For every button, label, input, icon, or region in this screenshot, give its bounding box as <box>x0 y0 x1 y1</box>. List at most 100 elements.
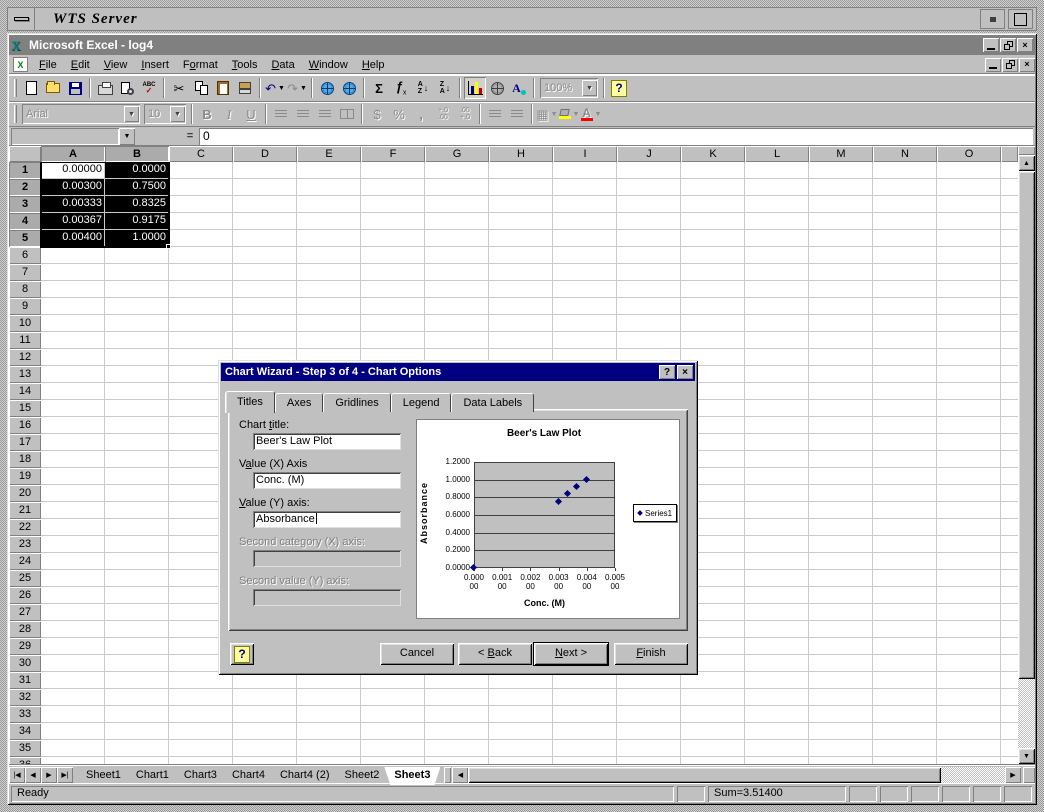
menu-help[interactable]: Help <box>355 56 392 74</box>
cell-B9[interactable] <box>105 298 169 315</box>
vertical-scrollbar[interactable]: ▲ ▼ <box>1018 146 1035 764</box>
cell-H36[interactable] <box>489 757 553 764</box>
cell-D6[interactable] <box>233 247 297 264</box>
cell-O5[interactable] <box>937 230 1001 247</box>
cell-N13[interactable] <box>873 366 937 383</box>
column-header-J[interactable]: J <box>617 146 681 162</box>
cell-N6[interactable] <box>873 247 937 264</box>
cell-O19[interactable] <box>937 468 1001 485</box>
cell-N14[interactable] <box>873 383 937 400</box>
row-header-20[interactable]: 20 <box>9 485 41 502</box>
cell-L6[interactable] <box>745 247 809 264</box>
cell-J5[interactable] <box>617 230 681 247</box>
cell-O15[interactable] <box>937 400 1001 417</box>
cell-D3[interactable] <box>233 196 297 213</box>
cell-M25[interactable] <box>809 570 873 587</box>
cell-H9[interactable] <box>489 298 553 315</box>
cell-O24[interactable] <box>937 553 1001 570</box>
cell-B32[interactable] <box>105 689 169 706</box>
cell-B18[interactable] <box>105 451 169 468</box>
print-button[interactable] <box>94 77 116 99</box>
cell-L11[interactable] <box>745 332 809 349</box>
cell-I5[interactable] <box>553 230 617 247</box>
cell-L27[interactable] <box>745 604 809 621</box>
cell-F6[interactable] <box>361 247 425 264</box>
cell-L1[interactable] <box>745 162 809 179</box>
cell-J10[interactable] <box>617 315 681 332</box>
workbook-icon[interactable]: X <box>13 57 28 72</box>
cell-F11[interactable] <box>361 332 425 349</box>
cell-B3[interactable]: 0.8325 <box>105 196 169 213</box>
row-header-10[interactable]: 10 <box>9 315 41 332</box>
row-header-12[interactable]: 12 <box>9 349 41 366</box>
cell-M7[interactable] <box>809 264 873 281</box>
cell-I32[interactable] <box>553 689 617 706</box>
cell-L32[interactable] <box>745 689 809 706</box>
cell-A29[interactable] <box>41 638 105 655</box>
input-value-y-axis[interactable]: Absorbance <box>253 511 401 528</box>
row-header-21[interactable]: 21 <box>9 502 41 519</box>
cell-E9[interactable] <box>297 298 361 315</box>
cell-J6[interactable] <box>617 247 681 264</box>
cell-N16[interactable] <box>873 417 937 434</box>
cell-B6[interactable] <box>105 247 169 264</box>
cell-N31[interactable] <box>873 672 937 689</box>
cell-B17[interactable] <box>105 434 169 451</box>
cell-F1[interactable] <box>361 162 425 179</box>
cell-L3[interactable] <box>745 196 809 213</box>
cell-E33[interactable] <box>297 706 361 723</box>
cell-D34[interactable] <box>233 723 297 740</box>
cell-A4[interactable]: 0.00367 <box>41 213 105 230</box>
cell-K8[interactable] <box>681 281 745 298</box>
cell-K3[interactable] <box>681 196 745 213</box>
cell-G3[interactable] <box>425 196 489 213</box>
wts-maximize-button[interactable] <box>1008 9 1033 29</box>
cell-M4[interactable] <box>809 213 873 230</box>
cell-D36[interactable] <box>233 757 297 764</box>
cell-L12[interactable] <box>745 349 809 366</box>
column-header-D[interactable]: D <box>233 146 297 162</box>
cell-D1[interactable] <box>233 162 297 179</box>
row-header-15[interactable]: 15 <box>9 400 41 417</box>
cell-J3[interactable] <box>617 196 681 213</box>
cell-N25[interactable] <box>873 570 937 587</box>
cell-A14[interactable] <box>41 383 105 400</box>
cell-M36[interactable] <box>809 757 873 764</box>
cell-N12[interactable] <box>873 349 937 366</box>
cell-I7[interactable] <box>553 264 617 281</box>
cell-H8[interactable] <box>489 281 553 298</box>
row-header-22[interactable]: 22 <box>9 519 41 536</box>
row-header-35[interactable]: 35 <box>9 740 41 757</box>
cell-O36[interactable] <box>937 757 1001 764</box>
cell-D9[interactable] <box>233 298 297 315</box>
cell-A30[interactable] <box>41 655 105 672</box>
previous-sheet-button[interactable]: ◀ <box>25 767 41 783</box>
cell-I35[interactable] <box>553 740 617 757</box>
vertical-scroll-track[interactable] <box>1018 171 1035 748</box>
cell-N19[interactable] <box>873 468 937 485</box>
cell-A3[interactable]: 0.00333 <box>41 196 105 213</box>
format-painter-button[interactable] <box>234 77 256 99</box>
cell-B29[interactable] <box>105 638 169 655</box>
cell-J11[interactable] <box>617 332 681 349</box>
cell-O6[interactable] <box>937 247 1001 264</box>
cell-O28[interactable] <box>937 621 1001 638</box>
column-header-K[interactable]: K <box>681 146 745 162</box>
copy-button[interactable] <box>190 77 212 99</box>
cell-I36[interactable] <box>553 757 617 764</box>
scroll-up-button[interactable]: ▲ <box>1018 155 1035 171</box>
input-chart-title[interactable]: Beer's Law Plot <box>253 433 401 450</box>
sheet-tab-sheet2[interactable]: Sheet2 <box>335 767 390 783</box>
cell-J2[interactable] <box>617 179 681 196</box>
workbook-minimize-button[interactable] <box>985 57 1001 72</box>
cell-A17[interactable] <box>41 434 105 451</box>
cell-A22[interactable] <box>41 519 105 536</box>
sheet-tab-sheet1[interactable]: Sheet1 <box>76 767 131 783</box>
cell-O32[interactable] <box>937 689 1001 706</box>
cell-G32[interactable] <box>425 689 489 706</box>
cell-O4[interactable] <box>937 213 1001 230</box>
cell-L8[interactable] <box>745 281 809 298</box>
cell-B8[interactable] <box>105 281 169 298</box>
cell-O13[interactable] <box>937 366 1001 383</box>
cell-J9[interactable] <box>617 298 681 315</box>
